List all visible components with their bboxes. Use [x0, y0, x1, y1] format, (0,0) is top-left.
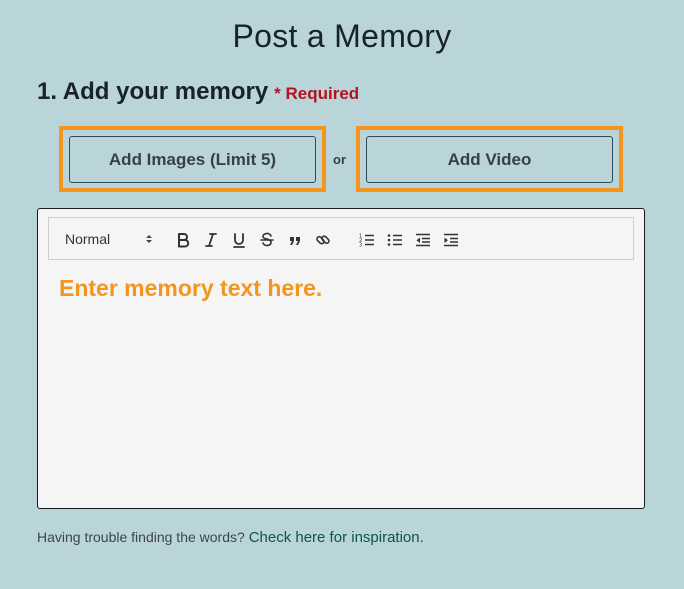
underline-icon[interactable]: [229, 231, 249, 249]
editor-toolbar: Normal 123: [48, 217, 634, 260]
help-line: Having trouble finding the words? Check …: [37, 529, 424, 546]
page-title: Post a Memory: [232, 18, 452, 54]
link-icon[interactable]: [313, 231, 333, 249]
blockquote-icon[interactable]: [285, 231, 305, 249]
bullet-list-icon[interactable]: [385, 231, 405, 249]
format-select-value: Normal: [65, 231, 111, 247]
memory-text-area[interactable]: Enter memory text here.: [59, 275, 322, 302]
ordered-list-icon[interactable]: 123: [357, 231, 377, 249]
inspiration-link[interactable]: Check here for inspiration.: [249, 529, 424, 546]
or-separator: or: [333, 152, 346, 167]
help-prompt: Having trouble finding the words?: [37, 529, 245, 545]
add-images-button[interactable]: Add Images (Limit 5): [69, 136, 316, 183]
select-arrows-icon: [145, 232, 153, 248]
svg-text:3: 3: [359, 243, 362, 248]
section-heading: 1. Add your memory * Required: [37, 78, 359, 106]
outdent-icon[interactable]: [413, 231, 433, 249]
add-video-button[interactable]: Add Video: [366, 136, 613, 183]
bold-icon[interactable]: [173, 231, 193, 249]
memory-editor: Normal 123 Enter memory text here.: [37, 208, 645, 509]
italic-icon[interactable]: [201, 231, 221, 249]
strikethrough-icon[interactable]: [257, 231, 277, 249]
format-select[interactable]: Normal: [65, 229, 153, 249]
section-heading-text: 1. Add your memory: [37, 78, 269, 105]
required-label: * Required: [274, 84, 360, 103]
indent-icon[interactable]: [441, 231, 461, 249]
